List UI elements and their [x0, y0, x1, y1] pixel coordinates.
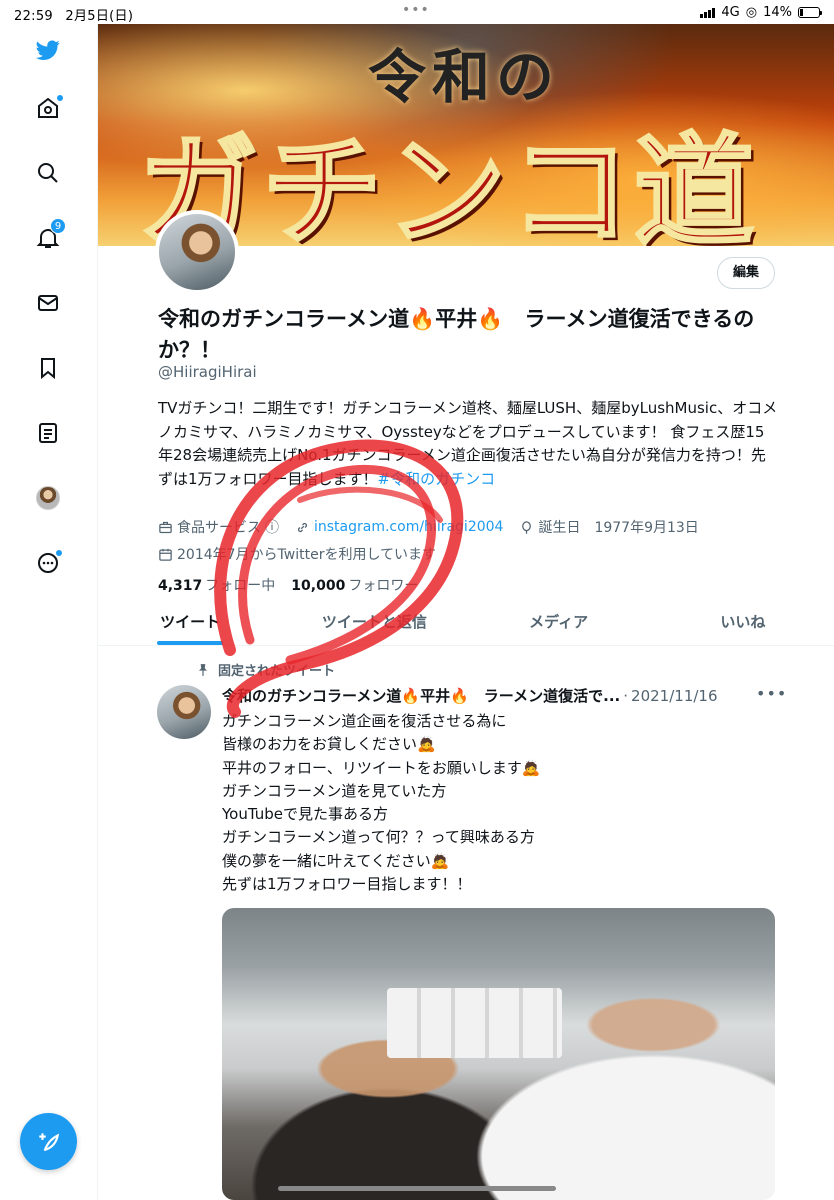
- category-item: 食品サービス ⓘ: [158, 517, 279, 537]
- tweet-author-name[interactable]: 令和のガチンコラーメン道🔥平井🔥 ラーメン道復活で...: [222, 685, 620, 706]
- following-count: 4,317: [158, 578, 203, 594]
- tweet-line: ガチンコラーメン道を見ていた方: [222, 781, 447, 800]
- more-icon[interactable]: [34, 549, 62, 577]
- profile-display-name: 令和のガチンコラーメン道🔥平井🔥 ラーメン道復活できるのか？！: [158, 307, 755, 362]
- multitask-dots[interactable]: •••: [402, 2, 430, 18]
- tweet-line: YouTubeで見た事ある方: [222, 805, 388, 824]
- tab-media[interactable]: メディア: [467, 600, 651, 645]
- profile-main: 令和の ガチンコ道 編集 令和のガチンコラーメン道🔥平井🔥 ラーメン道復活できる…: [97, 24, 834, 1200]
- tweet-line: 僕の夢を一緒に叶えてください🙇: [222, 851, 450, 870]
- joined-item: 2014年7月からTwitterを利用しています: [158, 544, 436, 564]
- twitter-logo-icon[interactable]: [34, 36, 62, 64]
- calendar-icon: [159, 548, 172, 561]
- following-link[interactable]: 4,317 フォロー中: [158, 575, 275, 595]
- more-dot-indicator: [56, 550, 62, 556]
- pinned-indicator: 固定されたツイート: [196, 660, 335, 679]
- bookmark-icon[interactable]: [34, 354, 62, 382]
- rotation-lock-icon: ◎: [745, 5, 758, 20]
- tweet-header: 令和のガチンコラーメン道🔥平井🔥 ラーメン道復活で... · 2021/11/1…: [222, 685, 782, 706]
- tweet-photo[interactable]: [222, 908, 775, 1200]
- tweet-date[interactable]: 2021/11/16: [631, 687, 717, 705]
- home-indicator[interactable]: [278, 1186, 556, 1191]
- home-dot-indicator: [57, 95, 63, 101]
- info-icon[interactable]: ⓘ: [265, 517, 279, 537]
- signal-icon: [700, 7, 716, 18]
- banner-title: ガチンコ道: [137, 120, 758, 247]
- tab-tweets-replies[interactable]: ツイートと返信: [282, 600, 466, 645]
- profile-joined-row: 2014年7月からTwitterを利用しています: [158, 544, 452, 564]
- followers-link[interactable]: 10,000 フォロワー: [291, 575, 418, 595]
- followers-label: フォロワー: [348, 578, 419, 594]
- profile-bio: TVガチンコ！二期生です！ガチンコラーメン道柊、麺屋LUSH、麺屋byLushM…: [158, 397, 778, 491]
- tweet-separator: ·: [623, 686, 629, 705]
- battery-icon: [798, 7, 822, 18]
- profile-avatar[interactable]: [155, 210, 239, 294]
- tab-likes[interactable]: いいね: [651, 600, 834, 645]
- briefcase-icon: [159, 521, 172, 533]
- avatar: [36, 486, 60, 510]
- list-icon[interactable]: [34, 419, 62, 447]
- network-type: 4G: [721, 5, 740, 20]
- birthday-item: 誕生日 1977年9月13日: [519, 517, 699, 537]
- mail-icon[interactable]: [34, 289, 62, 317]
- tweet-line: 先ずは1万フォロワー目指します！！: [222, 875, 472, 894]
- birthday-text: 誕生日 1977年9月13日: [538, 520, 699, 536]
- tweet-line: ガチンコラーメン道企画を復活させる為に: [222, 712, 507, 730]
- followers-count: 10,000: [291, 578, 346, 594]
- notification-badge: 9: [50, 218, 66, 234]
- link-icon: [297, 522, 308, 532]
- status-time-date: 22:59 2月5日(日): [14, 5, 133, 24]
- link-item: instagram.com/hiiragi2004: [295, 519, 503, 535]
- tweet-more-icon[interactable]: •••: [756, 684, 787, 703]
- bell-icon[interactable]: 9: [34, 218, 66, 252]
- search-icon[interactable]: [34, 159, 62, 187]
- battery-percent: 14%: [763, 5, 792, 20]
- edit-profile-button[interactable]: 編集: [717, 257, 775, 289]
- following-label: フォロー中: [205, 578, 276, 594]
- tweet-body: ガチンコラーメン道企画を復活させる為に 皆様のお力をお貸しください🙇 平井のフォ…: [222, 710, 782, 896]
- tab-tweets[interactable]: ツイート: [98, 600, 282, 645]
- home-icon[interactable]: [34, 94, 63, 122]
- pinned-label: 固定されたツイート: [218, 664, 336, 679]
- profile-website-link[interactable]: instagram.com/hiiragi2004: [314, 519, 503, 535]
- profile-avatar-icon[interactable]: [34, 484, 62, 512]
- feather-plus-icon: [38, 1132, 59, 1151]
- profile-tabs: ツイート ツイートと返信 メディア いいね: [98, 600, 834, 646]
- balloon-icon: [522, 520, 532, 534]
- tweet-author-avatar[interactable]: [157, 685, 211, 739]
- profile-meta-row: 食品サービス ⓘ instagram.com/hiiragi2004 誕生日 1…: [158, 517, 715, 537]
- pin-icon: [198, 663, 208, 676]
- status-date: 2月5日(日): [65, 9, 134, 24]
- category-text: 食品サービス: [177, 520, 261, 536]
- joined-text: 2014年7月からTwitterを利用しています: [177, 547, 437, 563]
- tweet-line: 皆様のお力をお貸しください🙇: [222, 735, 436, 754]
- tweet-line: ガチンコラーメン道って何？？って興味ある方: [222, 828, 535, 847]
- status-bar: 22:59 2月5日(日) ••• 4G ◎ 14%: [0, 0, 834, 24]
- status-time: 22:59: [14, 9, 53, 24]
- follow-stats: 4,317 フォロー中 10,000 フォロワー: [158, 575, 418, 595]
- status-indicators: 4G ◎ 14%: [700, 5, 822, 20]
- bio-hashtag-link[interactable]: #令和のガチンコ: [378, 470, 496, 488]
- sidebar: 9: [0, 24, 97, 1200]
- tweet-line: 平井のフォロー、リツイートをお願いします🙇: [222, 758, 541, 777]
- photo-bowls-shelf: [387, 988, 562, 1058]
- profile-handle: @HiiragiHirai: [158, 363, 257, 381]
- compose-tweet-button[interactable]: [20, 1113, 77, 1170]
